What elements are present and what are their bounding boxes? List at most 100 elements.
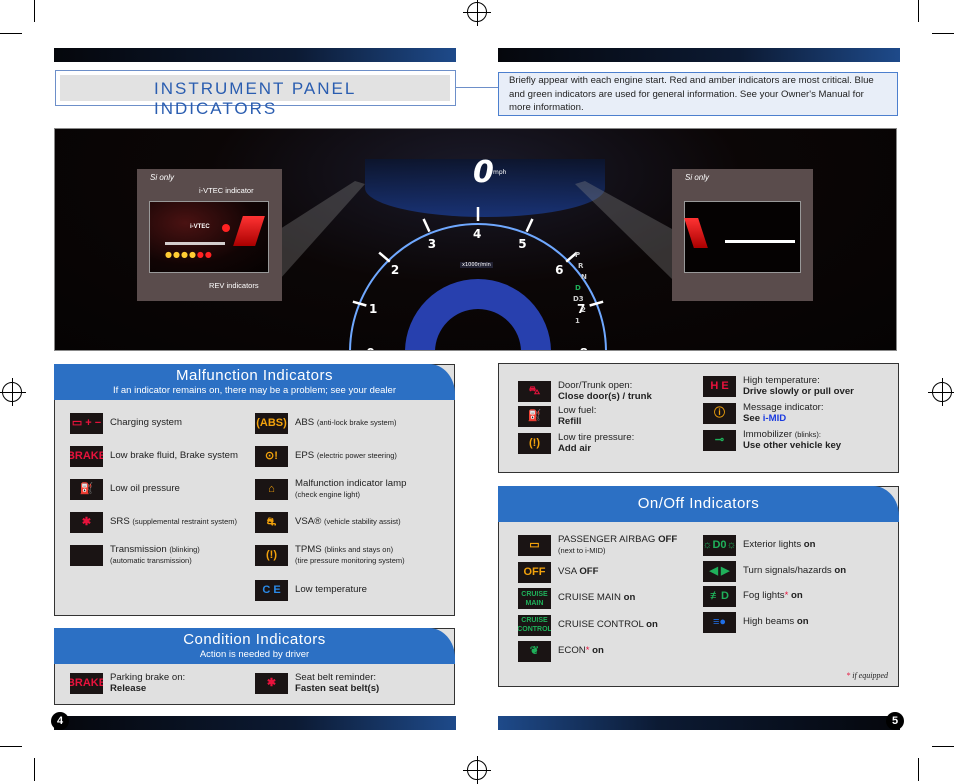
indicator-item: (!) TPMS (blinks and stays on) (tire press… xyxy=(255,544,405,566)
econ-icon: ❦ xyxy=(518,641,551,662)
indicator-line: TPMS (blinks and stays on) xyxy=(295,544,405,556)
indicator-item: CRUISE MAIN CRUISE MAIN on xyxy=(518,588,635,609)
tach-number: 8 xyxy=(580,346,588,350)
indicator-label: Malfunction indicator lamp xyxy=(295,478,407,489)
indicator-text: Low fuel: Refill xyxy=(558,405,596,428)
seat-belt-icon: ✱ xyxy=(255,673,288,694)
indicator-item: BRAKE Low brake fluid, Brake system xyxy=(70,446,238,467)
indicator-action: Refill xyxy=(558,416,596,428)
action-text: Use other vehicle key xyxy=(743,439,842,451)
indicator-label: Door/Trunk open: xyxy=(558,380,633,391)
bottom-bar-left xyxy=(54,716,456,730)
rev-graphic xyxy=(233,216,265,246)
action-text: Drive slowly or pull over xyxy=(743,385,854,397)
indicator-label: Low oil pressure xyxy=(110,483,180,495)
indicator-text: Low tire pressure: Add air xyxy=(558,432,634,454)
indicator-note: (vehicle stability assist) xyxy=(323,517,401,527)
indicator-text: Exterior lights on xyxy=(743,540,816,551)
indicator-label: VSA® xyxy=(295,516,322,528)
crop-mark xyxy=(0,33,22,34)
rev-bar xyxy=(725,240,795,243)
indicator-label: Fog lights xyxy=(743,590,785,602)
section-title: Condition Indicators xyxy=(183,631,326,648)
rev-bar xyxy=(165,242,225,245)
rev-indicators: ●●●●●● xyxy=(165,250,213,259)
indicator-label: TPMS xyxy=(295,544,322,555)
abs-icon: (ABS) xyxy=(255,413,288,434)
rev-label: REV indicators xyxy=(209,281,259,290)
indicator-label: High beams xyxy=(743,615,797,627)
tach-number: 3 xyxy=(427,236,437,251)
indicator-line: Turn signals/hazards on xyxy=(743,565,846,577)
indicator-action: Use other vehicle key xyxy=(743,439,842,452)
tach-number: 1 xyxy=(369,302,378,317)
indicator-label: Message indicator: xyxy=(743,402,824,413)
indicator-note: (supplemental restraint system) xyxy=(132,517,238,527)
brake-icon: BRAKE xyxy=(70,446,103,467)
indicator-state: on xyxy=(788,590,803,602)
indicator-sub: (automatic transmission) xyxy=(110,555,192,565)
indicator-state: on xyxy=(796,615,809,627)
immobilizer-key-icon: ⊸ xyxy=(703,430,736,451)
indicator-text: CRUISE MAIN on xyxy=(558,593,635,604)
indicator-text: Parking brake on: Release xyxy=(110,672,185,695)
action-text: Release xyxy=(110,682,147,694)
vsa-icon: ⛐ xyxy=(255,512,288,533)
indicator-action: Release xyxy=(110,682,185,695)
indicator-line: Fog lights* on xyxy=(743,591,803,602)
indicator-state: on xyxy=(623,592,636,604)
page-number-right: 5 xyxy=(886,712,904,730)
indicator-text: EPS (electric power steering) xyxy=(295,451,397,462)
page-number-left: 4 xyxy=(51,712,69,730)
rev-graphic xyxy=(684,218,708,248)
rev-photo xyxy=(684,201,801,273)
indicator-state: OFF xyxy=(579,565,599,577)
indicator-item: ⛽ Low fuel: Refill xyxy=(518,405,596,428)
indicator-line: EPS (electric power steering) xyxy=(295,451,397,462)
onoff-header: On/Off Indicators xyxy=(498,486,899,522)
tach-unit: x1000r/min xyxy=(460,262,493,268)
indicator-note: (blinking) xyxy=(169,545,200,554)
info-icon: ⓘ xyxy=(703,403,736,424)
indicator-state: on xyxy=(646,618,658,630)
ivtec-light xyxy=(222,224,230,232)
indicator-line: VSA OFF xyxy=(558,565,599,578)
indicator-text: Low temperature xyxy=(295,585,367,596)
indicator-item: ⊙! EPS (electric power steering) xyxy=(255,446,397,467)
gear-indicator: 1 xyxy=(575,317,580,325)
registration-mark xyxy=(463,756,491,784)
indicator-label: ECON xyxy=(558,645,586,657)
indicator-item: ⓘ Message indicator: See i-MID xyxy=(703,402,824,424)
indicator-label: Immobilizer xyxy=(743,429,793,440)
indicator-text: TPMS (blinks and stays on) (tire pressure… xyxy=(295,544,405,566)
indicator-item: ≡● High beams on xyxy=(703,611,809,633)
indicator-text: VSA OFF xyxy=(558,565,599,578)
indicator-sub: (check engine light) xyxy=(295,489,361,499)
tach-number: 2 xyxy=(390,263,400,278)
indicator-item: ▭ PASSENGER AIRBAG OFF (next to i-MID) xyxy=(518,534,677,556)
indicator-text: ABS (anti-lock brake system) xyxy=(295,418,396,429)
action-text: Add air xyxy=(558,442,592,454)
indicator-item: ✱ SRS (supplemental restraint system) xyxy=(70,512,237,533)
vsa-off-icon: OFF xyxy=(518,561,551,583)
indicator-line: SRS (supplemental restraint system) xyxy=(110,517,237,528)
battery-icon: ▭ + − xyxy=(70,413,103,434)
tach-tick xyxy=(525,218,534,233)
title-box: INSTRUMENT PANEL INDICATORS xyxy=(55,70,456,118)
fog-lights-icon: ≢D xyxy=(703,586,736,607)
registration-mark xyxy=(0,378,26,406)
crop-mark xyxy=(932,33,954,34)
tach-number: 4 xyxy=(473,227,482,242)
intro-text: Briefly appear with each engine start. R… xyxy=(498,72,898,116)
parking-brake-icon: BRAKE xyxy=(70,673,103,694)
tach-tick xyxy=(422,218,431,233)
gear-indicator: N xyxy=(581,273,587,281)
section-subtitle: Action is needed by driver xyxy=(199,649,310,660)
indicator-text: Seat belt reminder: Fasten seat belt(s) xyxy=(295,672,379,694)
indicator-line: Low temperature xyxy=(295,585,367,596)
registration-mark xyxy=(928,378,954,406)
indicator-label: Seat belt reminder: xyxy=(295,672,377,683)
cruise-main-icon: CRUISE MAIN xyxy=(518,588,551,609)
crop-mark xyxy=(0,746,22,747)
indicator-line: CRUISE MAIN on xyxy=(558,593,635,604)
